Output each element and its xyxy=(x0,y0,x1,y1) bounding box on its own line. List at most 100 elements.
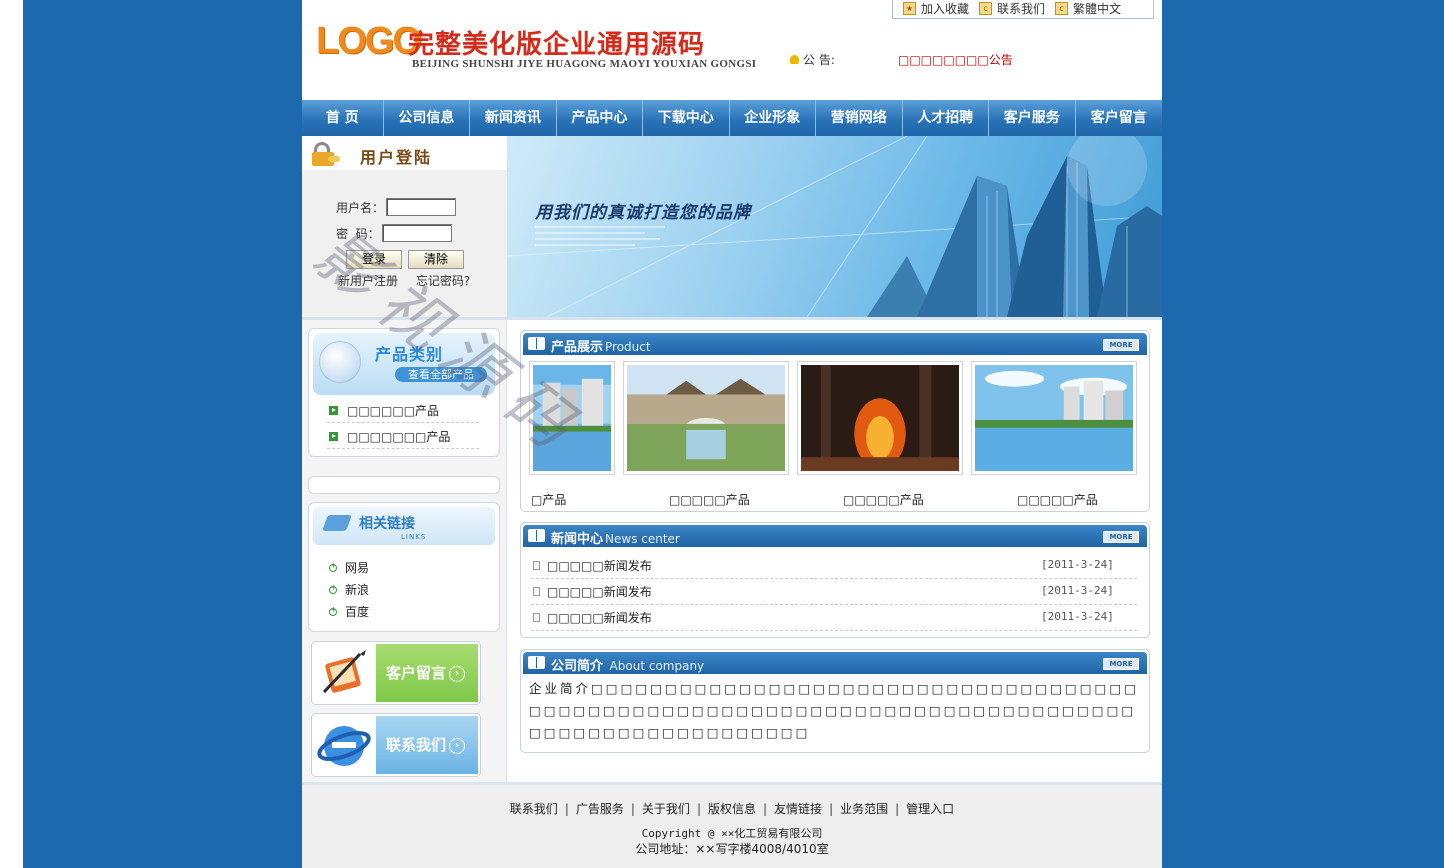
username-input[interactable] xyxy=(386,198,457,216)
product-thumbnail[interactable] xyxy=(797,361,963,475)
contact-promo-label: 联系我们 › xyxy=(376,716,478,774)
product-category-panel: 产品类别 查看全部产品 □□□□□□产品 □□□□□□□产品 xyxy=(308,328,500,457)
company-name-pinyin: BEIJING SHUNSHI JIYE HUAGONG MAOYI YOUXI… xyxy=(412,58,757,70)
footer-separator: | xyxy=(630,802,635,816)
news-row[interactable]: □□□□□新闻发布 [2011-3-24] xyxy=(531,605,1137,631)
about-company-panel: 公司简介 About company MORE 企业简介□□□□□□□□□□□□… xyxy=(520,649,1150,753)
login-button[interactable]: 登录 xyxy=(346,250,402,269)
language-icon: c xyxy=(1055,2,1069,15)
more-news-button[interactable]: MORE xyxy=(1103,531,1139,543)
about-company-header: 公司简介 About company MORE xyxy=(523,652,1147,674)
product-thumbnail[interactable] xyxy=(623,361,789,475)
login-header: 用户登陆 xyxy=(302,136,507,170)
about-company-text: 企业简介□□□□□□□□□□□□□□□□□□□□□□□□□□□□□□□□□□□□… xyxy=(529,681,1139,740)
link-item-netease[interactable]: 网易 xyxy=(329,559,369,576)
main-nav: 首 页 公司信息 新闻资讯 产品中心 下载中心 企业形象 营销网络 人才招聘 客… xyxy=(302,100,1162,136)
footer-link-business[interactable]: 业务范围 xyxy=(840,802,888,816)
contact-icon: c xyxy=(979,2,993,15)
related-links-panel: 相关链接 LINKS 网易 新浪 百度 xyxy=(308,502,500,632)
copyright-text: Copyright @ ××化工贸易有限公司 xyxy=(641,827,823,840)
product-showcase-panel: 产品展示 Product MORE □产品 □□□□□产品 □□□□□产品 □□… xyxy=(520,330,1150,512)
link-label: 新浪 xyxy=(345,583,370,597)
category-item-label: □□□□□□□产品 xyxy=(347,430,451,444)
nav-home[interactable]: 首 页 xyxy=(302,100,384,136)
product-caption[interactable]: □□□□□产品 xyxy=(1017,491,1098,508)
login-links: 新用户注册 忘记密码? xyxy=(338,272,484,289)
logo-text[interactable]: LOGO xyxy=(316,20,422,63)
add-favorite-link[interactable]: ★ 加入收藏 xyxy=(903,0,969,17)
notice-marquee[interactable]: □□□□□□□□公告 xyxy=(898,51,1013,68)
news-title[interactable]: □□□□□新闻发布 xyxy=(547,583,652,600)
contact-us-link[interactable]: c 联系我们 xyxy=(979,0,1045,17)
product-caption[interactable]: □产品 xyxy=(531,491,566,508)
traditional-chinese-link[interactable]: c 繁體中文 xyxy=(1055,0,1121,17)
links-title: 相关链接 xyxy=(359,516,415,532)
category-item[interactable]: □□□□□□产品 xyxy=(329,402,439,419)
left-page-edge xyxy=(0,0,23,868)
news-row[interactable]: □□□□□新闻发布 [2011-3-24] xyxy=(531,579,1137,605)
guestbook-icon xyxy=(322,650,366,694)
guestbook-promo-button[interactable]: 客户留言 › xyxy=(311,641,481,705)
footer-separator: | xyxy=(763,802,768,816)
notice-label: 公 告: xyxy=(790,51,835,68)
product-thumbnail[interactable] xyxy=(971,361,1137,475)
footer-link-contact[interactable]: 联系我们 xyxy=(510,802,558,816)
link-item-sina[interactable]: 新浪 xyxy=(329,581,369,598)
divider xyxy=(327,448,479,449)
password-label: 密 码： xyxy=(336,226,380,241)
nav-customer-service[interactable]: 客户服务 xyxy=(989,100,1076,136)
news-title[interactable]: □□□□□新闻发布 xyxy=(547,609,652,626)
news-title[interactable]: □□□□□新闻发布 xyxy=(547,557,652,574)
nav-recruitment[interactable]: 人才招聘 xyxy=(903,100,990,136)
news-row[interactable]: □□□□□新闻发布 [2011-3-24] xyxy=(531,553,1137,579)
link-label: 网易 xyxy=(345,561,370,575)
nav-company-info[interactable]: 公司信息 xyxy=(384,100,471,136)
register-link[interactable]: 新用户注册 xyxy=(338,274,398,288)
notice-bell-icon xyxy=(790,55,799,64)
banner-skyscraper-image xyxy=(507,136,1162,317)
forgot-password-link[interactable]: 忘记密码? xyxy=(416,274,470,288)
product-caption[interactable]: □□□□□产品 xyxy=(843,491,924,508)
footer-link-friends[interactable]: 友情链接 xyxy=(774,802,822,816)
password-input[interactable] xyxy=(381,224,452,242)
footer-separator: | xyxy=(696,802,701,816)
link-item-baidu[interactable]: 百度 xyxy=(329,603,369,620)
news-center-header: 新闻中心 News center MORE xyxy=(523,525,1147,547)
contact-promo-text: 联系我们 xyxy=(386,736,447,754)
category-item-label: □□□□□□产品 xyxy=(347,404,440,418)
about-title-en: About company xyxy=(609,659,705,673)
product-image xyxy=(627,365,785,471)
nav-products[interactable]: 产品中心 xyxy=(557,100,644,136)
more-products-button[interactable]: MORE xyxy=(1103,339,1139,351)
notice-label-text: 公 告: xyxy=(803,53,835,67)
product-image xyxy=(801,365,959,471)
footer-link-admin[interactable]: 管理入口 xyxy=(906,802,954,816)
footer-link-copyright[interactable]: 版权信息 xyxy=(708,802,756,816)
nav-downloads[interactable]: 下载中心 xyxy=(643,100,730,136)
view-all-products-button[interactable]: 查看全部产品 xyxy=(395,367,487,382)
footer-link-about[interactable]: 关于我们 xyxy=(642,802,690,816)
nav-news[interactable]: 新闻资讯 xyxy=(470,100,557,136)
footer-separator: | xyxy=(895,802,900,816)
clear-button[interactable]: 清除 xyxy=(408,250,464,269)
divider xyxy=(327,422,479,423)
nav-corporate-image[interactable]: 企业形象 xyxy=(730,100,817,136)
nav-sales-network[interactable]: 营销网络 xyxy=(816,100,903,136)
product-thumbnail[interactable] xyxy=(529,361,615,475)
footer-separator: | xyxy=(564,802,569,816)
footer-link-ads[interactable]: 广告服务 xyxy=(576,802,624,816)
category-item[interactable]: □□□□□□□产品 xyxy=(329,428,450,445)
news-title-en: News center xyxy=(605,532,680,546)
product-image xyxy=(533,365,611,471)
nav-guestbook[interactable]: 客户留言 xyxy=(1076,100,1162,136)
more-about-button[interactable]: MORE xyxy=(1103,658,1139,670)
plus-circle-icon xyxy=(329,605,337,616)
site-header: LOGO 完整美化版企业通用源码 BEIJING SHUNSHI JIYE HU… xyxy=(302,0,1162,100)
product-caption[interactable]: □□□□□产品 xyxy=(669,491,750,508)
guestbook-promo-label: 客户留言 › xyxy=(376,644,478,702)
page-container: LOGO 完整美化版企业通用源码 BEIJING SHUNSHI JIYE HU… xyxy=(302,0,1162,868)
contact-promo-button[interactable]: 联系我们 › xyxy=(311,713,481,777)
category-title: 产品类别 xyxy=(375,345,444,364)
product-showcase-header: 产品展示 Product MORE xyxy=(523,333,1147,355)
arrow-right-icon: › xyxy=(449,665,466,682)
